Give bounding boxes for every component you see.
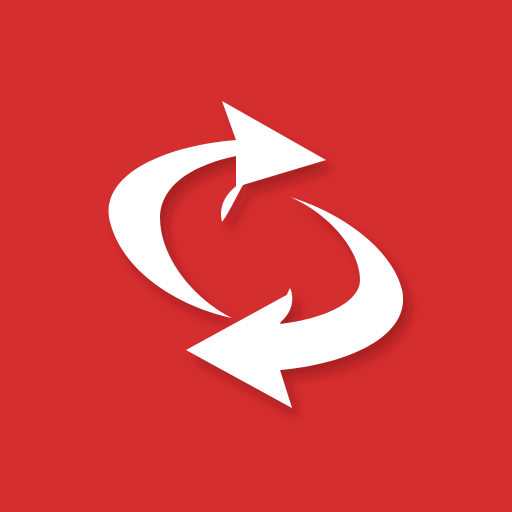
app-icon: [0, 0, 512, 512]
icon-background: [0, 0, 512, 512]
refresh-arrows-icon: [0, 0, 512, 512]
